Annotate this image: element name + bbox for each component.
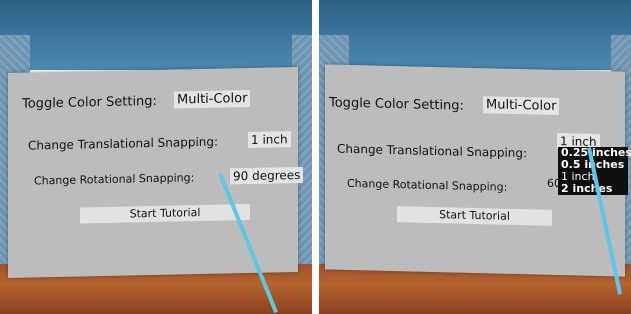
start-tutorial-button[interactable]: Start Tutorial: [80, 203, 250, 224]
translational-snapping-select[interactable]: 1 inch: [248, 131, 291, 149]
rotational-snapping-label: Change Rotational Snapping:: [347, 176, 508, 194]
sky: [319, 0, 631, 70]
toggle-color-label: Toggle Color Setting:: [329, 95, 464, 114]
sky: [0, 0, 312, 70]
start-tutorial-button[interactable]: Start Tutorial: [397, 206, 552, 226]
left-vr-view: Toggle Color Setting: Multi-Color Change…: [0, 0, 312, 314]
right-vr-view: Toggle Color Setting: Multi-Color Change…: [319, 0, 631, 314]
view-divider: [312, 0, 319, 314]
settings-panel: Toggle Color Setting: Multi-Color Change…: [8, 66, 304, 279]
translational-snapping-label: Change Translational Snapping:: [337, 141, 528, 161]
toggle-color-button[interactable]: Multi-Color: [483, 96, 560, 116]
rotational-snapping-label: Change Rotational Snapping:: [34, 171, 195, 188]
translational-snapping-label: Change Translational Snapping:: [28, 134, 219, 153]
rotational-snapping-select[interactable]: 90 degrees: [230, 166, 304, 185]
toggle-color-label: Toggle Color Setting:: [22, 93, 157, 112]
dropdown-option[interactable]: 2 inches: [558, 183, 628, 195]
toggle-color-button[interactable]: Multi-Color: [174, 89, 251, 109]
